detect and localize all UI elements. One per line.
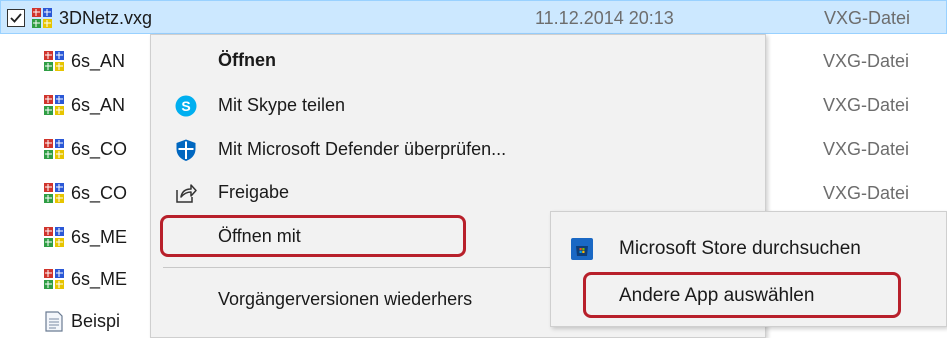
menu-item-label: Freigabe xyxy=(218,182,290,202)
file-name: 6s_CO xyxy=(71,183,128,203)
checkbox[interactable] xyxy=(7,9,25,27)
submenu-item-label: Microsoft Store durchsuchen xyxy=(619,238,861,259)
menu-item-share[interactable]: Freigabe xyxy=(151,173,765,211)
highlight-open-with xyxy=(160,215,466,257)
file-name: 6s_ME xyxy=(71,227,128,247)
text-file-icon xyxy=(45,311,63,332)
file-name: 3DNetz.vxg xyxy=(59,8,153,28)
vxg-file-icon xyxy=(44,51,64,71)
submenu-item-store-search[interactable]: Microsoft Store durchsuchen xyxy=(551,229,946,269)
vxg-file-icon xyxy=(44,227,64,247)
menu-item-defender-scan[interactable]: Mit Microsoft Defender überprüfen... xyxy=(151,130,765,168)
file-type: VXG-Datei xyxy=(823,183,910,203)
vxg-file-icon xyxy=(32,8,52,28)
menu-item-label: Mit Microsoft Defender überprüfen... xyxy=(218,139,507,159)
menu-item-label: Vorgängerversionen wiederhers xyxy=(218,289,473,309)
file-name: 6s_AN xyxy=(71,95,126,115)
checkmark-icon xyxy=(10,13,22,23)
menu-item-open[interactable]: Öffnen xyxy=(151,41,765,79)
file-type: VXG-Datei xyxy=(823,51,910,71)
highlight-choose-other-app xyxy=(583,272,901,318)
file-type: VXG-Datei xyxy=(823,139,910,159)
menu-item-label: Mit Skype teilen xyxy=(218,95,346,115)
vxg-file-icon xyxy=(44,139,64,159)
vxg-file-icon xyxy=(44,183,64,203)
file-type: VXG-Datei xyxy=(824,8,911,28)
vxg-file-icon xyxy=(44,269,64,289)
file-date: 11.12.2014 20:13 xyxy=(535,8,674,28)
file-name: 6s_CO xyxy=(71,139,128,159)
file-name: 6s_AN xyxy=(71,51,126,71)
skype-icon: S xyxy=(175,95,197,117)
file-type: VXG-Datei xyxy=(823,95,910,115)
svg-text:S: S xyxy=(181,98,190,114)
share-icon xyxy=(176,184,197,203)
file-row-selected[interactable]: 3DNetz.vxg 11.12.2014 20:13 VXG-Datei xyxy=(0,0,947,34)
menu-item-skype-share[interactable]: S Mit Skype teilen xyxy=(151,86,765,124)
vxg-file-icon xyxy=(44,95,64,115)
file-name: 6s_ME xyxy=(71,269,128,289)
open-with-submenu: Microsoft Store durchsuchen Andere App a… xyxy=(550,211,947,327)
menu-item-label: Öffnen xyxy=(218,50,276,70)
microsoft-store-icon xyxy=(571,238,593,260)
file-name: Beispi xyxy=(71,311,121,331)
defender-shield-icon xyxy=(176,139,196,161)
